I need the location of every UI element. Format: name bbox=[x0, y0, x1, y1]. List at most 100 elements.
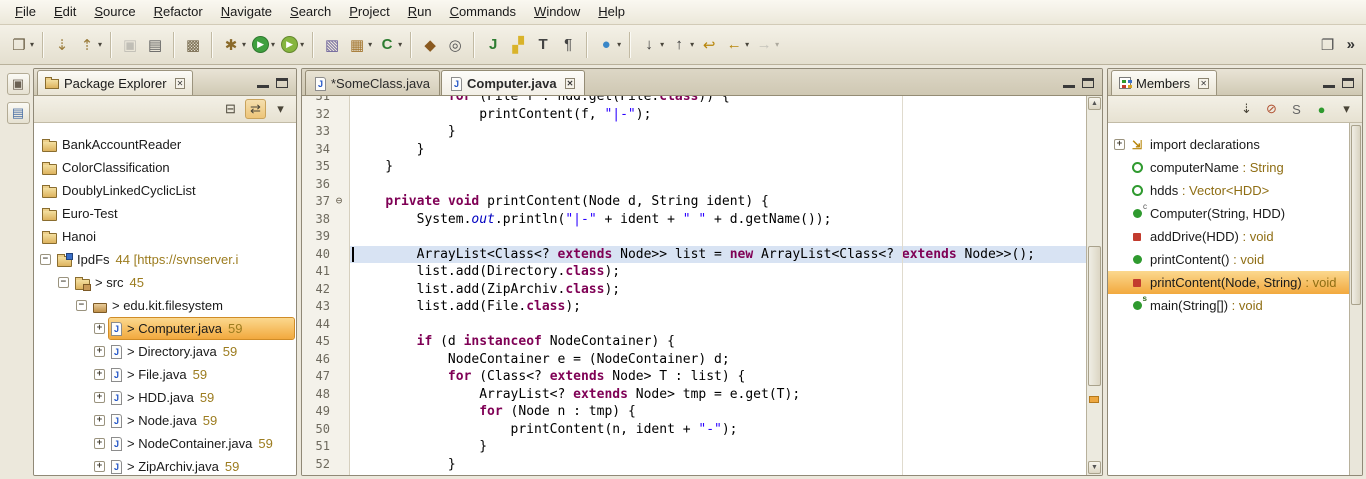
code-line[interactable]: 33 } bbox=[302, 123, 1086, 141]
maximize-icon[interactable] bbox=[276, 78, 288, 88]
next-annotation-icon[interactable]: ↓▾ bbox=[637, 33, 666, 57]
tree-item[interactable]: DoublyLinkedCyclicList bbox=[40, 179, 294, 202]
code-line[interactable]: 47 for (Class<? extends Node> T : list) … bbox=[302, 368, 1086, 386]
close-view-icon[interactable]: ✕ bbox=[175, 78, 186, 89]
member-item[interactable]: computerName : String bbox=[1108, 156, 1362, 179]
tree-item[interactable]: +> Directory.java59 bbox=[40, 340, 294, 363]
code-line[interactable]: 38 System.out.println("|-" + ident + " "… bbox=[302, 211, 1086, 229]
junit-icon[interactable]: J bbox=[481, 33, 505, 57]
dropdown-arrow-icon[interactable]: ▾ bbox=[775, 40, 779, 49]
maximize-icon[interactable] bbox=[1082, 78, 1094, 88]
menu-search[interactable]: Search bbox=[281, 0, 340, 24]
save-icon[interactable]: ▣ bbox=[118, 33, 142, 57]
dropdown-arrow-icon[interactable]: ▾ bbox=[30, 40, 34, 49]
tree-item[interactable]: +> File.java59 bbox=[40, 363, 294, 386]
new-java-project-icon[interactable]: ▧ bbox=[320, 33, 344, 57]
scroll-up-icon[interactable]: ▲ bbox=[1088, 97, 1101, 110]
close-view-icon[interactable]: ✕ bbox=[1198, 78, 1209, 89]
forward-icon[interactable]: →▾ bbox=[752, 33, 781, 57]
tree-item[interactable]: +> HDD.java59 bbox=[40, 386, 294, 409]
collapse-all-icon[interactable]: ⊟ bbox=[220, 99, 241, 119]
tree-item[interactable]: BankAccountReader bbox=[40, 133, 294, 156]
code-line[interactable]: 36 bbox=[302, 176, 1086, 194]
fold-collapse-icon[interactable]: ⊖ bbox=[330, 193, 348, 211]
open-perspective-icon[interactable]: ❐ bbox=[1316, 33, 1340, 57]
code-line[interactable]: 43 list.add(File.class); bbox=[302, 298, 1086, 316]
dropdown-arrow-icon[interactable]: ▾ bbox=[300, 40, 304, 49]
show-selected-element-icon[interactable]: T bbox=[531, 33, 555, 57]
member-item[interactable]: addDrive(HDD) : void bbox=[1108, 225, 1362, 248]
code-line[interactable]: 40 ArrayList<Class<? extends Node>> list… bbox=[302, 246, 1086, 264]
tree-expander-icon[interactable]: + bbox=[94, 346, 105, 357]
members-tab[interactable]: Members ✕ bbox=[1111, 70, 1217, 95]
member-item[interactable]: printContent(Node, String) : void bbox=[1108, 271, 1362, 294]
code-line[interactable]: 53 } bbox=[302, 473, 1086, 475]
editor-tab-someclassjava[interactable]: *SomeClass.java bbox=[305, 70, 440, 95]
tree-expander-icon[interactable]: + bbox=[94, 461, 105, 472]
restore-fast-view-icon[interactable]: ▣ bbox=[7, 73, 30, 95]
hide-non-public-icon[interactable]: ● bbox=[1311, 99, 1332, 119]
code-editor[interactable]: 31 for (File f : hdd.get(File.class)) {3… bbox=[302, 96, 1102, 475]
tree-expander-icon[interactable]: + bbox=[94, 369, 105, 380]
minimize-icon[interactable] bbox=[257, 79, 269, 88]
menu-edit[interactable]: Edit bbox=[45, 0, 85, 24]
menu-run[interactable]: Run bbox=[399, 0, 441, 24]
members-scrollbar[interactable] bbox=[1349, 123, 1362, 475]
tree-expander-icon[interactable]: + bbox=[94, 323, 105, 334]
new-package-icon[interactable]: ▦▾ bbox=[345, 33, 374, 57]
code-line[interactable]: 44 bbox=[302, 316, 1086, 334]
svn-update-icon[interactable]: ⇣ bbox=[50, 33, 74, 57]
svn-commit-icon[interactable]: ⇡▾ bbox=[75, 33, 104, 57]
package-explorer-tab[interactable]: Package Explorer ✕ bbox=[37, 70, 193, 95]
overview-annotation-marker[interactable] bbox=[1089, 396, 1099, 403]
code-line[interactable]: 41 list.add(Directory.class); bbox=[302, 263, 1086, 281]
menu-project[interactable]: Project bbox=[340, 0, 398, 24]
menu-navigate[interactable]: Navigate bbox=[212, 0, 281, 24]
external-tools-icon[interactable]: ✱▾ bbox=[219, 33, 248, 57]
previous-annotation-icon[interactable]: ↑▾ bbox=[667, 33, 696, 57]
menu-commands[interactable]: Commands bbox=[441, 0, 525, 24]
menu-file[interactable]: File bbox=[6, 0, 45, 24]
code-line[interactable]: 42 list.add(ZipArchiv.class); bbox=[302, 281, 1086, 299]
editor-tab-computerjava[interactable]: Computer.java✕ bbox=[441, 70, 585, 95]
new-class-icon[interactable]: C▾ bbox=[375, 33, 404, 57]
code-line[interactable]: 34 } bbox=[302, 141, 1086, 159]
code-line[interactable]: 32 printContent(f, "|-"); bbox=[302, 106, 1086, 124]
tree-expander-icon[interactable]: + bbox=[94, 392, 105, 403]
dropdown-arrow-icon[interactable]: ▾ bbox=[660, 40, 664, 49]
build-icon[interactable]: ▩ bbox=[181, 33, 205, 57]
open-type-icon[interactable]: ◆ bbox=[418, 33, 442, 57]
tree-item[interactable]: +> ZipArchiv.java59 bbox=[40, 455, 294, 475]
view-menu-icon[interactable]: ▾ bbox=[1336, 99, 1357, 119]
dropdown-arrow-icon[interactable]: ▾ bbox=[690, 40, 694, 49]
code-line[interactable]: 46 NodeContainer e = (NodeContainer) d; bbox=[302, 351, 1086, 369]
close-tab-icon[interactable]: ✕ bbox=[565, 78, 576, 89]
code-line[interactable]: 51 } bbox=[302, 438, 1086, 456]
last-edit-location-icon[interactable]: ↩ bbox=[697, 33, 721, 57]
menu-refactor[interactable]: Refactor bbox=[145, 0, 212, 24]
tree-item[interactable]: +> Computer.java59 bbox=[40, 317, 294, 340]
hide-static-icon[interactable]: S bbox=[1286, 99, 1307, 119]
toolbar-overflow-chevron[interactable]: » bbox=[1341, 36, 1361, 53]
code-line[interactable]: 49 for (Node n : tmp) { bbox=[302, 403, 1086, 421]
tree-expander-icon[interactable]: + bbox=[94, 438, 105, 449]
member-item[interactable]: printContent() : void bbox=[1108, 248, 1362, 271]
dropdown-arrow-icon[interactable]: ▾ bbox=[398, 40, 402, 49]
tree-item[interactable]: ColorClassification bbox=[40, 156, 294, 179]
dropdown-arrow-icon[interactable]: ▾ bbox=[98, 40, 102, 49]
tree-item[interactable]: Hanoi bbox=[40, 225, 294, 248]
code-line[interactable]: 45 if (d instanceof NodeContainer) { bbox=[302, 333, 1086, 351]
web-browser-icon[interactable]: ●▾ bbox=[594, 33, 623, 57]
code-line[interactable]: 48 ArrayList<? extends Node> tmp = e.get… bbox=[302, 386, 1086, 404]
print-icon[interactable]: ▤ bbox=[143, 33, 167, 57]
dropdown-arrow-icon[interactable]: ▾ bbox=[271, 40, 275, 49]
mark-occurrences-icon[interactable]: ▞ bbox=[506, 33, 530, 57]
menu-source[interactable]: Source bbox=[85, 0, 144, 24]
tree-item[interactable]: +> NodeContainer.java59 bbox=[40, 432, 294, 455]
code-line[interactable]: 52 } bbox=[302, 456, 1086, 474]
member-item[interactable]: +import declarations bbox=[1108, 133, 1362, 156]
member-item[interactable]: Computer(String, HDD) bbox=[1108, 202, 1362, 225]
run-icon[interactable]: ▶▾ bbox=[249, 33, 277, 56]
tree-item[interactable]: Euro-Test bbox=[40, 202, 294, 225]
code-line[interactable]: 35 } bbox=[302, 158, 1086, 176]
